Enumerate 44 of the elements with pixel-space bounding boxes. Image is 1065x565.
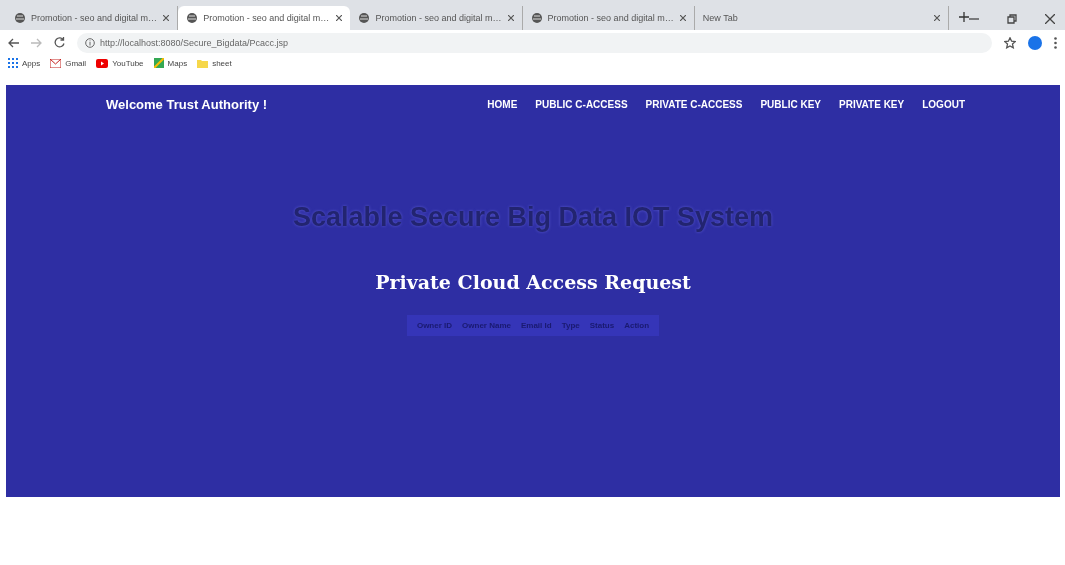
star-icon[interactable] <box>1004 36 1016 49</box>
column-header: Owner Name <box>462 321 511 330</box>
section-heading: Private Cloud Access Request <box>375 271 691 293</box>
envelope-icon <box>50 58 62 68</box>
nav-link[interactable]: LOGOUT <box>922 99 965 110</box>
menu-icon[interactable] <box>1054 36 1057 49</box>
nav-link[interactable]: HOME <box>487 99 518 110</box>
browser-tab[interactable]: Promotion - seo and digital m… <box>178 6 351 30</box>
reload-icon[interactable] <box>54 37 65 48</box>
column-header: Type <box>561 321 580 330</box>
maximize-icon[interactable] <box>1007 14 1017 24</box>
folder-icon <box>197 58 209 68</box>
nav-link[interactable]: PUBLIC KEY <box>760 99 821 110</box>
close-icon[interactable] <box>1045 14 1055 24</box>
column-header: Status <box>589 321 615 330</box>
address-bar[interactable]: http://localhost:8080/Secure_Bigdata/Pcacc.jsp <box>77 32 992 53</box>
grid-icon <box>8 58 18 68</box>
site-brand: Welcome Trust Authority ! <box>106 97 268 112</box>
close-icon[interactable] <box>507 15 514 21</box>
profile-avatar[interactable] <box>1028 35 1042 50</box>
column-header: Action <box>624 321 650 330</box>
close-icon[interactable] <box>934 15 940 21</box>
column-header: Email Id <box>520 321 552 330</box>
bookmark[interactable]: Maps <box>153 58 188 68</box>
close-icon[interactable] <box>336 15 343 21</box>
nav-link[interactable]: PRIVATE C-ACCESS <box>645 99 743 110</box>
close-icon[interactable] <box>679 15 686 21</box>
globe-icon <box>186 12 199 24</box>
map-icon <box>153 58 164 68</box>
nav-link[interactable]: PRIVATE KEY <box>839 99 905 110</box>
globe-icon <box>14 12 26 24</box>
column-header: Owner ID <box>416 321 453 330</box>
close-icon[interactable] <box>163 15 170 21</box>
play-icon <box>96 58 109 68</box>
info-icon <box>85 37 95 48</box>
back-icon[interactable] <box>8 37 19 48</box>
globe-icon <box>358 12 371 24</box>
globe-icon <box>530 12 543 24</box>
bookmark[interactable]: YouTube <box>96 58 144 68</box>
plus-icon[interactable] <box>959 12 969 22</box>
bookmark[interactable]: Gmail <box>50 58 87 68</box>
bookmark[interactable]: Apps <box>8 58 41 68</box>
nav-link[interactable]: PUBLIC C-ACCESS <box>535 99 628 110</box>
bookmark[interactable]: sheet <box>197 58 232 68</box>
